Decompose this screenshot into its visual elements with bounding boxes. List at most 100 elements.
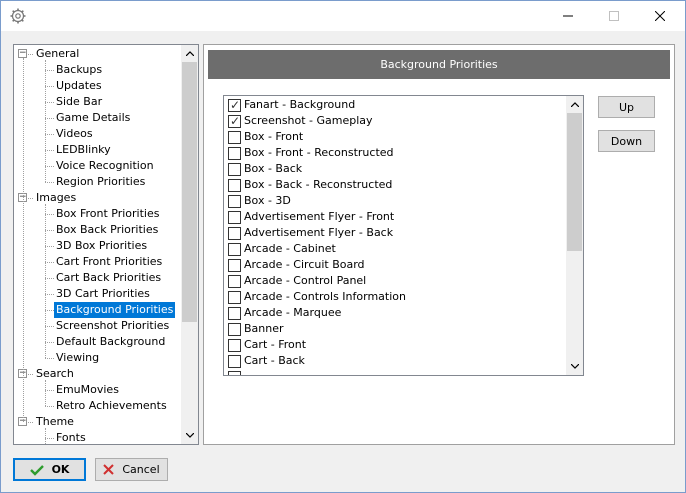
list-scroll-down-arrow[interactable] [566, 358, 583, 375]
tree-connector [45, 118, 54, 119]
tree-item-retro-achievements[interactable]: Retro Achievements [54, 398, 169, 414]
tree-item-fonts[interactable]: Fonts [54, 430, 88, 444]
list-scroll-up-arrow[interactable] [566, 96, 583, 113]
checkbox[interactable] [228, 323, 241, 336]
tree-item-videos[interactable]: Videos [54, 126, 95, 142]
maximize-button[interactable] [591, 1, 637, 31]
tree-connector [45, 214, 54, 215]
settings-tree[interactable]: − General Backups Updates Side Bar Game Detai… [13, 44, 199, 445]
list-scroll-thumb[interactable] [567, 113, 582, 251]
tree-connector [45, 326, 54, 327]
title-bar [1, 1, 685, 31]
checkbox[interactable] [228, 211, 241, 224]
scroll-up-arrow[interactable] [181, 45, 198, 62]
tree-connector [45, 182, 54, 183]
close-button[interactable] [637, 1, 683, 31]
tree-connector [45, 294, 54, 295]
tree-group-search[interactable]: Search [34, 366, 76, 382]
minimize-icon [563, 15, 573, 17]
minimize-button[interactable] [545, 1, 591, 31]
checkbox[interactable] [228, 355, 241, 368]
tree-item-background-priorities[interactable]: Background Priorities [54, 302, 176, 318]
tree-group-theme[interactable]: Theme [34, 414, 76, 430]
tree-connector [45, 358, 54, 359]
settings-window: − General Backups Updates Side Bar Game Detai… [0, 0, 686, 493]
chevron-down-icon [570, 364, 579, 369]
checkbox[interactable] [228, 339, 241, 352]
tree-connector [45, 86, 54, 87]
close-icon [655, 11, 665, 21]
ok-button[interactable]: OK [13, 458, 86, 481]
panel-header: Background Priorities [208, 50, 670, 79]
tree-connector [45, 150, 54, 151]
checkbox[interactable] [228, 147, 241, 160]
tree-group-general[interactable]: General [34, 46, 81, 62]
checkbox[interactable] [228, 259, 241, 272]
checkbox[interactable]: ✓ [228, 114, 241, 128]
cancel-button[interactable]: Cancel [95, 458, 168, 481]
tree-item-side-bar[interactable]: Side Bar [54, 94, 104, 110]
tree-connector [45, 102, 54, 103]
list-scrollbar[interactable] [566, 96, 583, 375]
tree-connector [45, 230, 54, 231]
checkbox[interactable] [228, 243, 241, 256]
checkbox[interactable] [228, 131, 241, 144]
content-panel: Background Priorities ✓ Fanart - Backgrou… [203, 44, 675, 445]
checkbox[interactable] [228, 291, 241, 304]
tree-connector [45, 390, 54, 391]
chevron-up-icon [185, 51, 194, 56]
tree-root-line [23, 58, 24, 422]
checkbox[interactable] [228, 179, 241, 192]
chevron-up-icon [570, 102, 579, 107]
tree-item-backups[interactable]: Backups [54, 62, 104, 78]
tree-connector [45, 406, 54, 407]
tree-item-viewing[interactable]: Viewing [54, 350, 101, 366]
checkbox[interactable] [228, 195, 241, 208]
tree-item-screenshot-priorities[interactable]: Screenshot Priorities [54, 318, 171, 334]
move-up-button[interactable]: Up [598, 96, 655, 118]
cancel-x-icon [103, 464, 115, 475]
maximize-icon [609, 11, 619, 21]
move-down-button[interactable]: Down [598, 130, 655, 152]
checkbox[interactable] [228, 275, 241, 288]
chevron-down-icon [185, 433, 194, 438]
checkbox[interactable] [228, 307, 241, 320]
checkbox[interactable] [228, 227, 241, 240]
gear-icon [10, 8, 26, 24]
tree-connector [45, 262, 54, 263]
priority-list[interactable]: ✓ Fanart - Background ✓ Screenshot - Gamepl… [223, 95, 584, 376]
tree-item-region-priorities[interactable]: Region Priorities [54, 174, 147, 190]
collapse-toggle-icon[interactable]: − [18, 49, 27, 58]
tree-item-default-background[interactable]: Default Background [54, 334, 167, 350]
tree-item-game-details[interactable]: Game Details [54, 110, 132, 126]
checkbox[interactable] [228, 163, 241, 176]
checkbox[interactable]: ✓ [228, 98, 241, 112]
tree-connector [45, 342, 54, 343]
scroll-thumb[interactable] [182, 62, 197, 322]
scroll-down-arrow[interactable] [181, 427, 198, 444]
tree-branch-line [45, 60, 46, 182]
tree-connector [45, 278, 54, 279]
tree-branch-line [45, 380, 46, 406]
tree-connector [45, 310, 54, 311]
tree-scrollbar[interactable] [181, 45, 198, 444]
tree-item-3d-box-priorities[interactable]: 3D Box Priorities [54, 238, 149, 254]
tree-item-box-back-priorities[interactable]: Box Back Priorities [54, 222, 160, 238]
checkbox[interactable] [228, 371, 241, 375]
panel-title: Background Priorities [380, 58, 498, 71]
tree-item-box-front-priorities[interactable]: Box Front Priorities [54, 206, 161, 222]
tree-item-ledblinky[interactable]: LEDBlinky [54, 142, 113, 158]
tree-item-voice-recognition[interactable]: Voice Recognition [54, 158, 156, 174]
tree-connector [45, 438, 54, 439]
cancel-label: Cancel [122, 463, 160, 476]
tree-item-3d-cart-priorities[interactable]: 3D Cart Priorities [54, 286, 152, 302]
tree-item-cart-back-priorities[interactable]: Cart Back Priorities [54, 270, 163, 286]
tree-branch-line [45, 428, 46, 444]
tree-branch-line [45, 204, 46, 358]
tree-group-images[interactable]: Images [34, 190, 78, 206]
tree-item-updates[interactable]: Updates [54, 78, 104, 94]
tree-item-emumovies[interactable]: EmuMovies [54, 382, 121, 398]
checkmark-icon [29, 464, 44, 476]
tree-connector [45, 70, 54, 71]
tree-item-cart-front-priorities[interactable]: Cart Front Priorities [54, 254, 164, 270]
